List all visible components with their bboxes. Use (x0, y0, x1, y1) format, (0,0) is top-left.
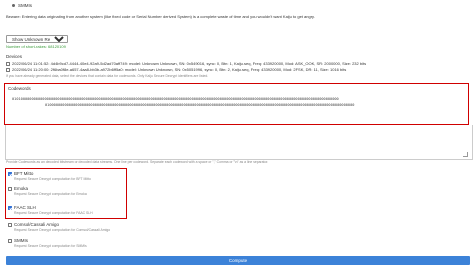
algorithm-option[interactable]: Emoka Request Secure Decrypt computation… (8, 186, 87, 196)
device-checkbox[interactable] (6, 61, 10, 66)
device-row[interactable]: 2022/06/24 11:01:52: 4d4b9cd7-4444-40e4-… (6, 61, 366, 66)
device-row[interactable]: 2022/06/24 11:20:00: 2f6ba0f8e-a657-4aa8… (6, 67, 346, 72)
algorithm-desc: Request Secure Decrypt computation for B… (14, 177, 91, 181)
devices-heading: Devices (6, 54, 23, 59)
algorithm-checkbox[interactable] (8, 238, 12, 243)
algorithm-checkbox[interactable] (8, 186, 12, 191)
algorithm-name: Emoka (14, 186, 29, 191)
algorithm-name: BFT Mitto (14, 171, 34, 176)
count-text: Number of short-rakes: 68120109 (6, 44, 66, 49)
algorithm-desc: Request Secure Decrypt computation for F… (14, 211, 93, 215)
bullet-icon (12, 4, 15, 8)
algorithm-name: Comsol/Cassali Amigo (14, 222, 60, 227)
algorithm-checkbox[interactable] (8, 222, 12, 227)
compute-button[interactable]: Compute (6, 256, 470, 265)
algorithm-option[interactable]: SMMIs Request Secure Decrypt computation… (8, 238, 87, 248)
algorithm-checkbox[interactable] (8, 205, 12, 210)
algorithm-option[interactable]: Comsol/Cassali Amigo Request Secure Decr… (8, 222, 110, 232)
algorithm-desc: Request Secure Decrypt computation for E… (14, 192, 87, 196)
codewords-textarea[interactable]: 0101000000000000000000000000000000000000… (12, 96, 462, 108)
algorithm-name: FAAC SLH (14, 205, 36, 210)
resize-grip-icon[interactable] (463, 152, 468, 157)
device-checkbox[interactable] (6, 67, 10, 72)
device-row-text: 2022/06/24 11:01:52: 4d4b9cd7-4444-40e4-… (12, 61, 367, 66)
warning-text: Beware: Entering data originating from a… (6, 14, 315, 19)
devices-note: If you have already generated data, sele… (6, 74, 209, 78)
codeword-line: 0100000000000000000000000000000000000000… (45, 103, 355, 107)
codewords-label: Codewords (8, 86, 31, 91)
algorithm-checkbox[interactable] (8, 171, 12, 176)
algorithm-option[interactable]: BFT Mitto Request Secure Decrypt computa… (8, 171, 91, 181)
device-row-text: 2022/06/24 11:20:00: 2f6ba0f8e-a657-4aa8… (12, 67, 347, 72)
codewords-highlight: Codewords 010100000000000000000000000000… (4, 83, 469, 125)
top-bullet-text: SMMIs (18, 3, 32, 8)
algorithm-option[interactable]: FAAC SLH Request Secure Decrypt computat… (8, 205, 93, 215)
codewords-help: Provide Codewords as an decoded bitstrea… (6, 160, 269, 164)
algorithm-desc: Request Secure Decrypt computation for C… (14, 228, 111, 232)
algorithm-name: SMMIs (14, 238, 28, 243)
codewords-textarea-extension[interactable] (5, 125, 473, 160)
remote-filter-select[interactable]: Show Unknown Remotes (6, 35, 68, 43)
algorithm-desc: Request Secure Decrypt computation for S… (14, 244, 87, 248)
top-bullet: SMMIs (12, 3, 32, 9)
